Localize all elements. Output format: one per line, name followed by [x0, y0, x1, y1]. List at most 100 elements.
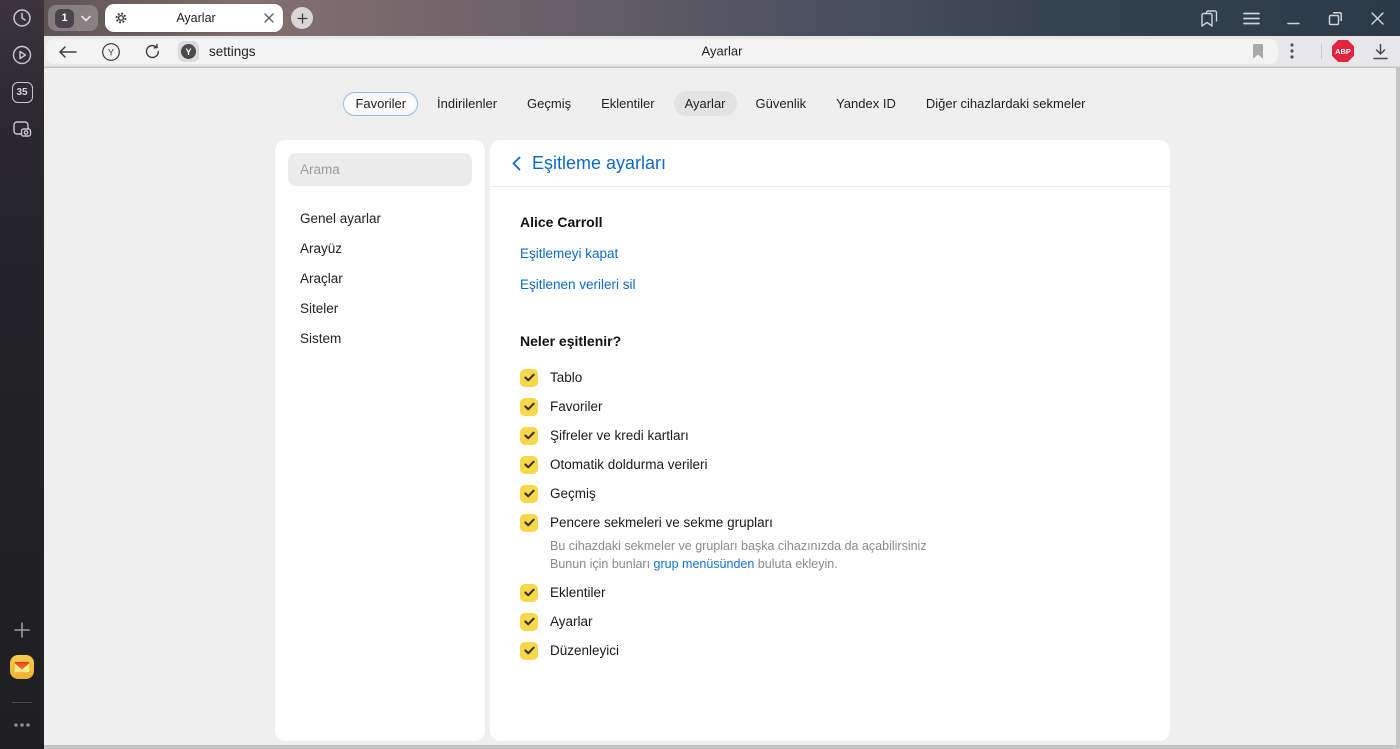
close-window-icon[interactable] — [1367, 8, 1387, 28]
sync-row-favoriler: Favoriler — [520, 392, 1140, 421]
nav-tab-yandex-id[interactable]: Yandex ID — [825, 91, 907, 116]
disable-sync-link[interactable]: Eşitlemeyi kapat — [520, 246, 618, 261]
tab-counter-icon[interactable]: 35 — [10, 80, 34, 104]
checkbox-check-icon — [523, 373, 535, 382]
nav-tab-gecmis[interactable]: Geçmiş — [516, 91, 582, 116]
checkbox-sifreler[interactable] — [520, 426, 538, 445]
sync-settings-card: Eşitleme ayarları Alice Carroll Eşitleme… — [490, 140, 1170, 741]
settings-sidebar: Genel ayarlar Arayüz Araçlar Siteler Sis… — [275, 140, 485, 741]
tab-group-count: 1 — [55, 8, 74, 28]
description-line1: Bu cihazdaki sekmeler ve grupları başka … — [550, 539, 927, 553]
sync-item-label: Tablo — [550, 370, 583, 385]
url-text[interactable]: settings — [209, 44, 256, 59]
history-clock-icon[interactable] — [10, 6, 34, 30]
checkbox-check-icon — [523, 402, 535, 411]
sidebar-item-arayuz[interactable]: Arayüz — [275, 233, 485, 263]
description-line2-prefix: Bunun için bunları — [550, 556, 654, 571]
sync-item-label: Şifreler ve kredi kartları — [550, 428, 689, 443]
url-bar[interactable]: Y Y settings — [46, 39, 1278, 64]
back-arrow-icon[interactable] — [58, 45, 77, 58]
chevron-down-icon — [81, 15, 91, 22]
nav-tab-favoriler[interactable]: Favoriler — [343, 91, 419, 116]
abp-badge-icon[interactable]: ABP — [1330, 36, 1356, 66]
nav-tab-diger-cihazlar[interactable]: Diğer cihazlardaki sekmeler — [915, 91, 1097, 116]
sync-row-tablo: Tablo — [520, 363, 1140, 392]
sync-item-label: Eklentiler — [550, 585, 606, 600]
settings-nav-tabs: Favoriler İndirilenler Geçmiş Eklentiler… — [44, 91, 1396, 116]
sync-item-label: Favoriler — [550, 399, 603, 414]
refresh-icon[interactable] — [144, 43, 161, 60]
new-tab-plus-icon — [296, 12, 308, 24]
more-dots-icon[interactable] — [10, 713, 34, 737]
tab-counter-value: 35 — [11, 81, 33, 103]
gear-icon — [115, 12, 127, 24]
sidebar-item-araclar[interactable]: Araçlar — [275, 263, 485, 293]
checkbox-check-icon — [523, 518, 535, 527]
minimize-icon[interactable] — [1283, 8, 1303, 28]
sync-row-gecmis: Geçmiş — [520, 479, 1140, 508]
screenshot-icon[interactable] — [10, 117, 34, 141]
sync-row-ayarlar: Ayarlar — [520, 607, 1140, 636]
sync-item-label: Otomatik doldurma verileri — [550, 457, 708, 472]
abp-badge-text: ABP — [1335, 47, 1351, 56]
checkbox-otomatik-doldurma[interactable] — [520, 455, 538, 474]
yandex-mail-icon[interactable] — [10, 655, 34, 679]
close-icon[interactable] — [264, 13, 274, 23]
sync-row-duzenleyici: Düzenleyici — [520, 636, 1140, 665]
sync-settings-header: Eşitleme ayarları — [490, 140, 1170, 187]
sidebar-items: Genel ayarlar Arayüz Araçlar Siteler Sis… — [275, 203, 485, 353]
browser-window: 35 1 Ayarlar Y Y settings Ayarlar ABP Fa… — [0, 0, 1400, 749]
checkbox-check-icon — [523, 489, 535, 498]
new-tab-button[interactable] — [291, 7, 313, 29]
sync-item-label: Düzenleyici — [550, 643, 620, 658]
sidebar-item-siteler[interactable]: Siteler — [275, 293, 485, 323]
settings-page: Favoriler İndirilenler Geçmiş Eklentiler… — [44, 68, 1396, 745]
sync-item-label: Ayarlar — [550, 614, 593, 629]
sync-item-label: Geçmiş — [550, 486, 596, 501]
tab-group-chip[interactable]: 1 — [48, 5, 98, 31]
checkbox-duzenleyici[interactable] — [520, 641, 538, 660]
search-input[interactable] — [288, 153, 472, 186]
checkbox-ayarlar[interactable] — [520, 612, 538, 631]
checkbox-eklentiler[interactable] — [520, 583, 538, 602]
sync-settings-body: Alice Carroll Eşitlemeyi kapat Eşitlenen… — [490, 187, 1170, 665]
sync-item-description: Bu cihazdaki sekmeler ve grupları başka … — [550, 538, 1140, 573]
tab-title: Ayarlar — [176, 11, 216, 25]
back-chevron-icon[interactable] — [507, 151, 525, 175]
rail-divider — [12, 702, 32, 703]
toolbar: Y Y settings Ayarlar ABP — [44, 36, 1400, 67]
active-tab[interactable]: Ayarlar — [105, 4, 283, 32]
site-favicon-letter: Y — [181, 44, 196, 59]
nav-tab-eklentiler[interactable]: Eklentiler — [590, 91, 665, 116]
yandex-home-icon[interactable]: Y — [101, 42, 121, 62]
restore-icon[interactable] — [1325, 8, 1345, 28]
delete-synced-data-link[interactable]: Eşitlenen verileri sil — [520, 277, 636, 292]
menu-icon[interactable] — [1241, 8, 1261, 28]
checkbox-pencere-sekmeleri[interactable] — [520, 513, 538, 532]
sidebar-item-sistem[interactable]: Sistem — [275, 323, 485, 353]
plus-icon[interactable] — [10, 618, 34, 642]
checkbox-tablo[interactable] — [520, 368, 538, 387]
section-title: Neler eşitlenir? — [520, 333, 622, 349]
checkbox-check-icon — [523, 431, 535, 440]
checkbox-check-icon — [523, 646, 535, 655]
toolbar-divider — [1321, 44, 1322, 59]
sync-row-sifreler: Şifreler ve kredi kartları — [520, 421, 1140, 450]
site-favicon: Y — [178, 41, 199, 62]
checkbox-favoriler[interactable] — [520, 397, 538, 416]
nav-tab-guvenlik[interactable]: Güvenlik — [745, 91, 818, 116]
checkbox-gecmis[interactable] — [520, 484, 538, 503]
bookmark-flag-icon[interactable] — [1252, 44, 1264, 64]
kebab-icon[interactable] — [1282, 36, 1302, 66]
sync-row-otomatik-doldurma: Otomatik doldurma verileri — [520, 450, 1140, 479]
play-circle-icon[interactable] — [10, 43, 34, 67]
nav-tab-ayarlar[interactable]: Ayarlar — [673, 91, 737, 116]
left-rail: 35 — [0, 0, 44, 749]
window-controls — [1199, 8, 1400, 28]
description-line2-suffix: buluta ekleyin. — [754, 556, 838, 571]
nav-tab-indirilenler[interactable]: İndirilenler — [426, 91, 508, 116]
panels-icon[interactable] — [1199, 8, 1219, 28]
download-icon[interactable] — [1368, 36, 1392, 66]
group-menu-link[interactable]: grup menüsünden — [654, 557, 755, 571]
sidebar-item-genel-ayarlar[interactable]: Genel ayarlar — [275, 203, 485, 233]
